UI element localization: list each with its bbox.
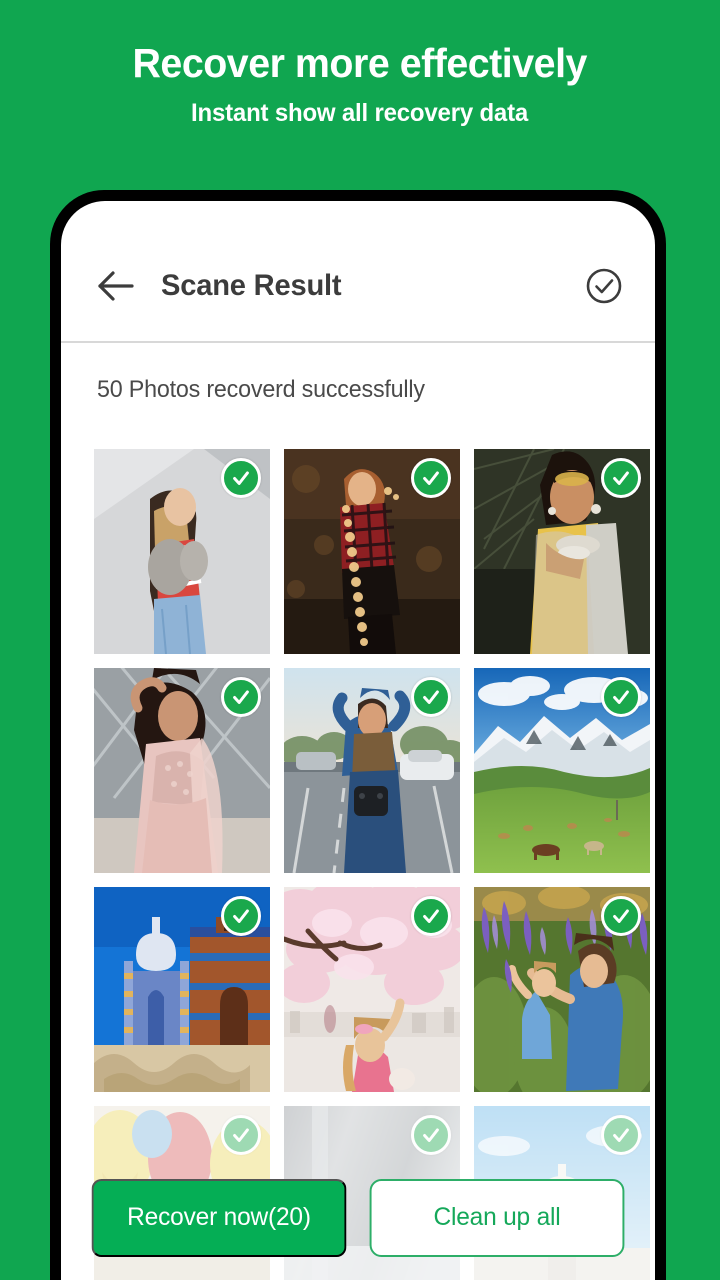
clean-up-all-button[interactable]: Clean up all: [369, 1178, 625, 1257]
selected-badge[interactable]: [221, 677, 261, 717]
arrow-left-icon[interactable]: [95, 265, 137, 307]
selected-badge[interactable]: [601, 1115, 641, 1155]
selected-badge[interactable]: [221, 458, 261, 498]
recover-now-button[interactable]: Recover now(20): [91, 1178, 347, 1257]
selected-badge[interactable]: [411, 1115, 451, 1155]
selected-badge[interactable]: [601, 458, 641, 498]
app-bar-divider: [61, 341, 655, 343]
photo-cell[interactable]: [284, 449, 460, 654]
promo-subtitle: Instant show all recovery data: [191, 99, 529, 128]
selected-badge[interactable]: [411, 458, 451, 498]
page-title: Scane Result: [161, 269, 342, 302]
recovery-status-text: 50 Photos recoverd successfully: [97, 376, 425, 403]
phone-screen: Scane Result 50 Photos recoverd successf…: [61, 201, 655, 1280]
photo-cell[interactable]: [474, 668, 650, 873]
photo-cell[interactable]: [474, 887, 650, 1092]
photo-cell[interactable]: [94, 668, 270, 873]
selected-badge[interactable]: [601, 677, 641, 717]
promo-title: Recover more effectively: [132, 40, 588, 86]
app-bar: Scane Result: [61, 231, 655, 341]
check-circle-icon[interactable]: [583, 265, 625, 307]
photo-cell[interactable]: [474, 449, 650, 654]
phone-mockup-frame: Scane Result 50 Photos recoverd successf…: [50, 190, 666, 1280]
photo-cell[interactable]: [94, 449, 270, 654]
photo-cell[interactable]: [284, 887, 460, 1092]
selected-badge[interactable]: [411, 896, 451, 936]
photo-cell[interactable]: [94, 887, 270, 1092]
photo-cell[interactable]: [284, 668, 460, 873]
bottom-action-bar: Recover now(20) Clean up all: [61, 1155, 655, 1280]
selected-badge[interactable]: [601, 896, 641, 936]
selected-badge[interactable]: [221, 1115, 261, 1155]
promo-header: Recover more effectively Instant show al…: [0, 0, 720, 190]
selected-badge[interactable]: [221, 896, 261, 936]
selected-badge[interactable]: [411, 677, 451, 717]
promo-screenshot: Recover more effectively Instant show al…: [0, 0, 720, 1280]
